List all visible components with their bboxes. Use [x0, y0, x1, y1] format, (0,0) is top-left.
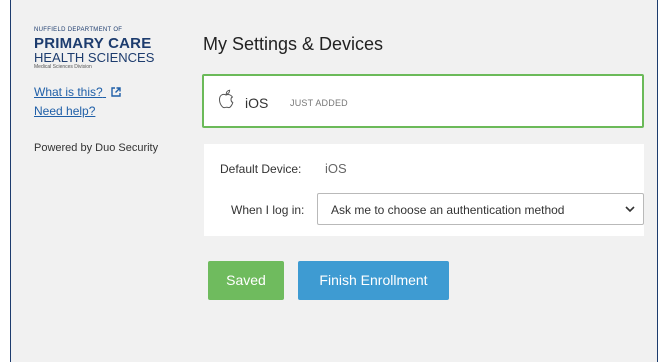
logo-line-3: HEALTH SCIENCES	[34, 50, 155, 65]
page-title: My Settings & Devices	[203, 34, 384, 54]
default-device-value: iOS	[325, 161, 347, 176]
device-settings-panel: Default Device: iOS When I log in: Ask m…	[204, 144, 644, 236]
logo-line-1: NUFFIELD DEPARTMENT OF	[34, 27, 123, 33]
device-card[interactable]: iOS JUST ADDED	[202, 74, 644, 128]
when-login-label: When I log in:	[231, 203, 305, 217]
finish-enrollment-button[interactable]: Finish Enrollment	[298, 261, 449, 300]
login-method-selected: Ask me to choose an authentication metho…	[331, 203, 565, 217]
just-added-badge: JUST ADDED	[290, 98, 348, 108]
saved-button[interactable]: Saved	[208, 261, 284, 300]
what-is-this-label: What is this?	[34, 85, 103, 99]
default-device-label: Default Device:	[220, 162, 302, 176]
logo-line-2: PRIMARY CARE	[34, 35, 152, 52]
logo-line-4: Medical Sciences Division	[34, 64, 92, 70]
login-method-select[interactable]: Ask me to choose an authentication metho…	[317, 193, 644, 225]
device-name: iOS	[245, 95, 269, 111]
institution-logo: NUFFIELD DEPARTMENT OF PRIMARY CARE HEAL…	[34, 27, 184, 71]
powered-by-text: Powered by Duo Security	[34, 142, 159, 154]
what-is-this-link[interactable]: What is this?	[34, 85, 121, 99]
chevron-down-icon	[625, 206, 635, 213]
need-help-link[interactable]: Need help?	[34, 104, 95, 118]
apple-icon	[218, 89, 234, 109]
external-link-icon	[111, 87, 121, 97]
